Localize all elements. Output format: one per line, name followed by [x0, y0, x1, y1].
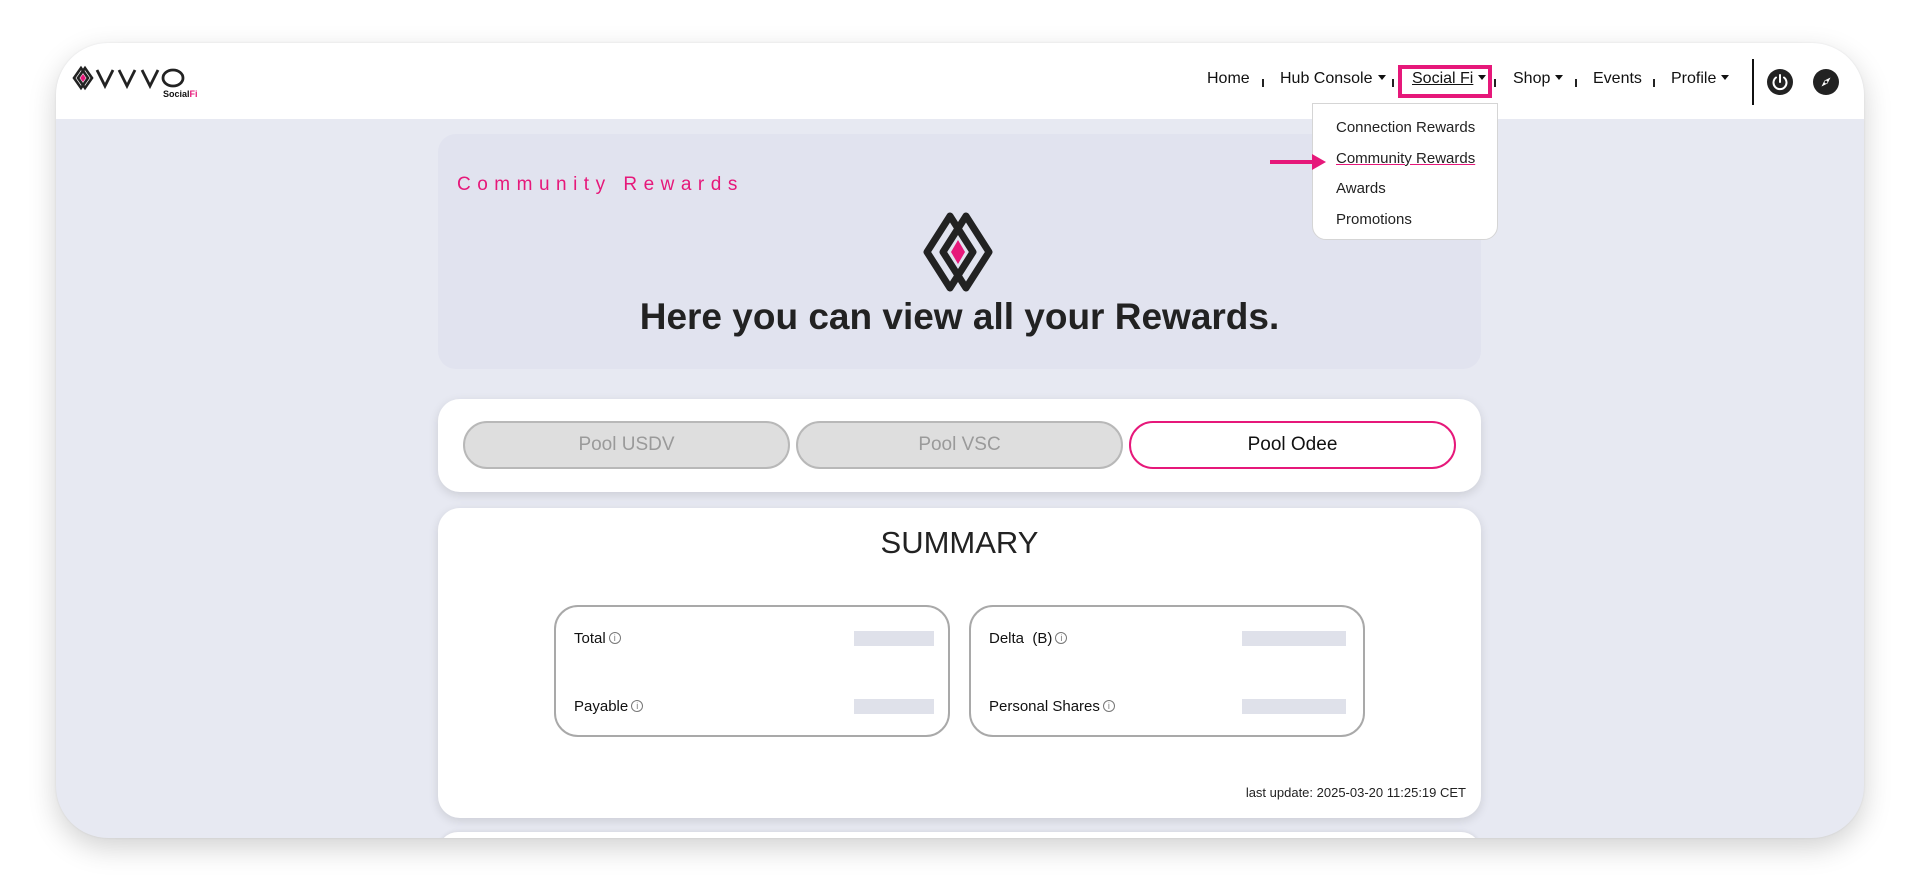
- nav-separator: [1494, 79, 1496, 87]
- nav-social-fi[interactable]: Social Fi: [1412, 70, 1487, 88]
- stat-personal-shares: Personal Shares i: [989, 698, 1115, 715]
- info-icon[interactable]: i: [631, 700, 644, 713]
- nav-shop[interactable]: Shop: [1513, 70, 1564, 88]
- info-icon[interactable]: i: [608, 632, 621, 645]
- chevron-down-icon: [1377, 75, 1386, 81]
- value-placeholder: [854, 631, 934, 646]
- vyvo-logo[interactable]: SocialFi: [72, 65, 202, 101]
- info-icon[interactable]: i: [1102, 700, 1115, 713]
- power-icon[interactable]: [1767, 69, 1793, 95]
- stat-total: Total i: [574, 630, 621, 647]
- chevron-down-icon: [1555, 75, 1564, 81]
- nav-separator: [1575, 79, 1577, 87]
- menu-item-community-rewards[interactable]: Community Rewards: [1313, 150, 1497, 181]
- chevron-down-icon: [1478, 75, 1487, 81]
- tab-pool-usdv[interactable]: Pool USDV: [463, 421, 790, 469]
- nav-divider: [1752, 59, 1754, 105]
- social-fi-dropdown-menu: Connection Rewards Community Rewards Awa…: [1312, 103, 1498, 240]
- logo-subtitle: SocialFi: [163, 89, 198, 99]
- info-icon[interactable]: i: [1055, 632, 1068, 645]
- stat-delta: Delta (B) i: [989, 630, 1068, 647]
- nav-separator: [1653, 79, 1655, 87]
- top-navbar: SocialFi Home Hub Console Social Fi Shop…: [56, 43, 1864, 119]
- hero-heading: Here you can view all your Rewards.: [639, 296, 1280, 337]
- stat-box-right: Delta (B) i Personal Shares i: [969, 605, 1365, 737]
- next-section-card: [438, 832, 1481, 838]
- chevron-down-icon: [1721, 75, 1730, 81]
- nav-home[interactable]: Home: [1207, 70, 1250, 88]
- last-update-text: last update: 2025-03-20 11:25:19 CET: [1245, 785, 1466, 800]
- arrow-right-icon: [1270, 154, 1326, 170]
- app-window: SocialFi Home Hub Console Social Fi Shop…: [56, 43, 1864, 838]
- stat-box-left: Total i Payable i: [554, 605, 950, 737]
- value-placeholder: [854, 699, 934, 714]
- stat-payable: Payable i: [574, 698, 644, 715]
- pool-tabs: Pool USDV Pool VSC Pool Odee: [438, 399, 1481, 492]
- tab-pool-vsc[interactable]: Pool VSC: [796, 421, 1123, 469]
- summary-card: SUMMARY Total i Payable i Delta (B) i Perso…: [438, 508, 1481, 818]
- nav-events[interactable]: Events: [1593, 70, 1642, 88]
- page-title: Community Rewards: [457, 174, 744, 195]
- menu-item-connection-rewards[interactable]: Connection Rewards: [1313, 119, 1497, 150]
- vyvo-diamond-icon: [923, 212, 993, 292]
- nav-hub-console[interactable]: Hub Console: [1280, 70, 1386, 88]
- tab-pool-odee[interactable]: Pool Odee: [1129, 421, 1456, 469]
- value-placeholder: [1242, 631, 1346, 646]
- summary-title: SUMMARY: [880, 525, 1039, 560]
- menu-item-awards[interactable]: Awards: [1313, 180, 1497, 211]
- nav-profile[interactable]: Profile: [1671, 70, 1730, 88]
- compass-icon[interactable]: [1813, 69, 1839, 95]
- menu-item-promotions[interactable]: Promotions: [1313, 211, 1497, 242]
- value-placeholder: [1242, 699, 1346, 714]
- nav-separator: [1392, 79, 1394, 87]
- nav-separator: [1262, 79, 1264, 87]
